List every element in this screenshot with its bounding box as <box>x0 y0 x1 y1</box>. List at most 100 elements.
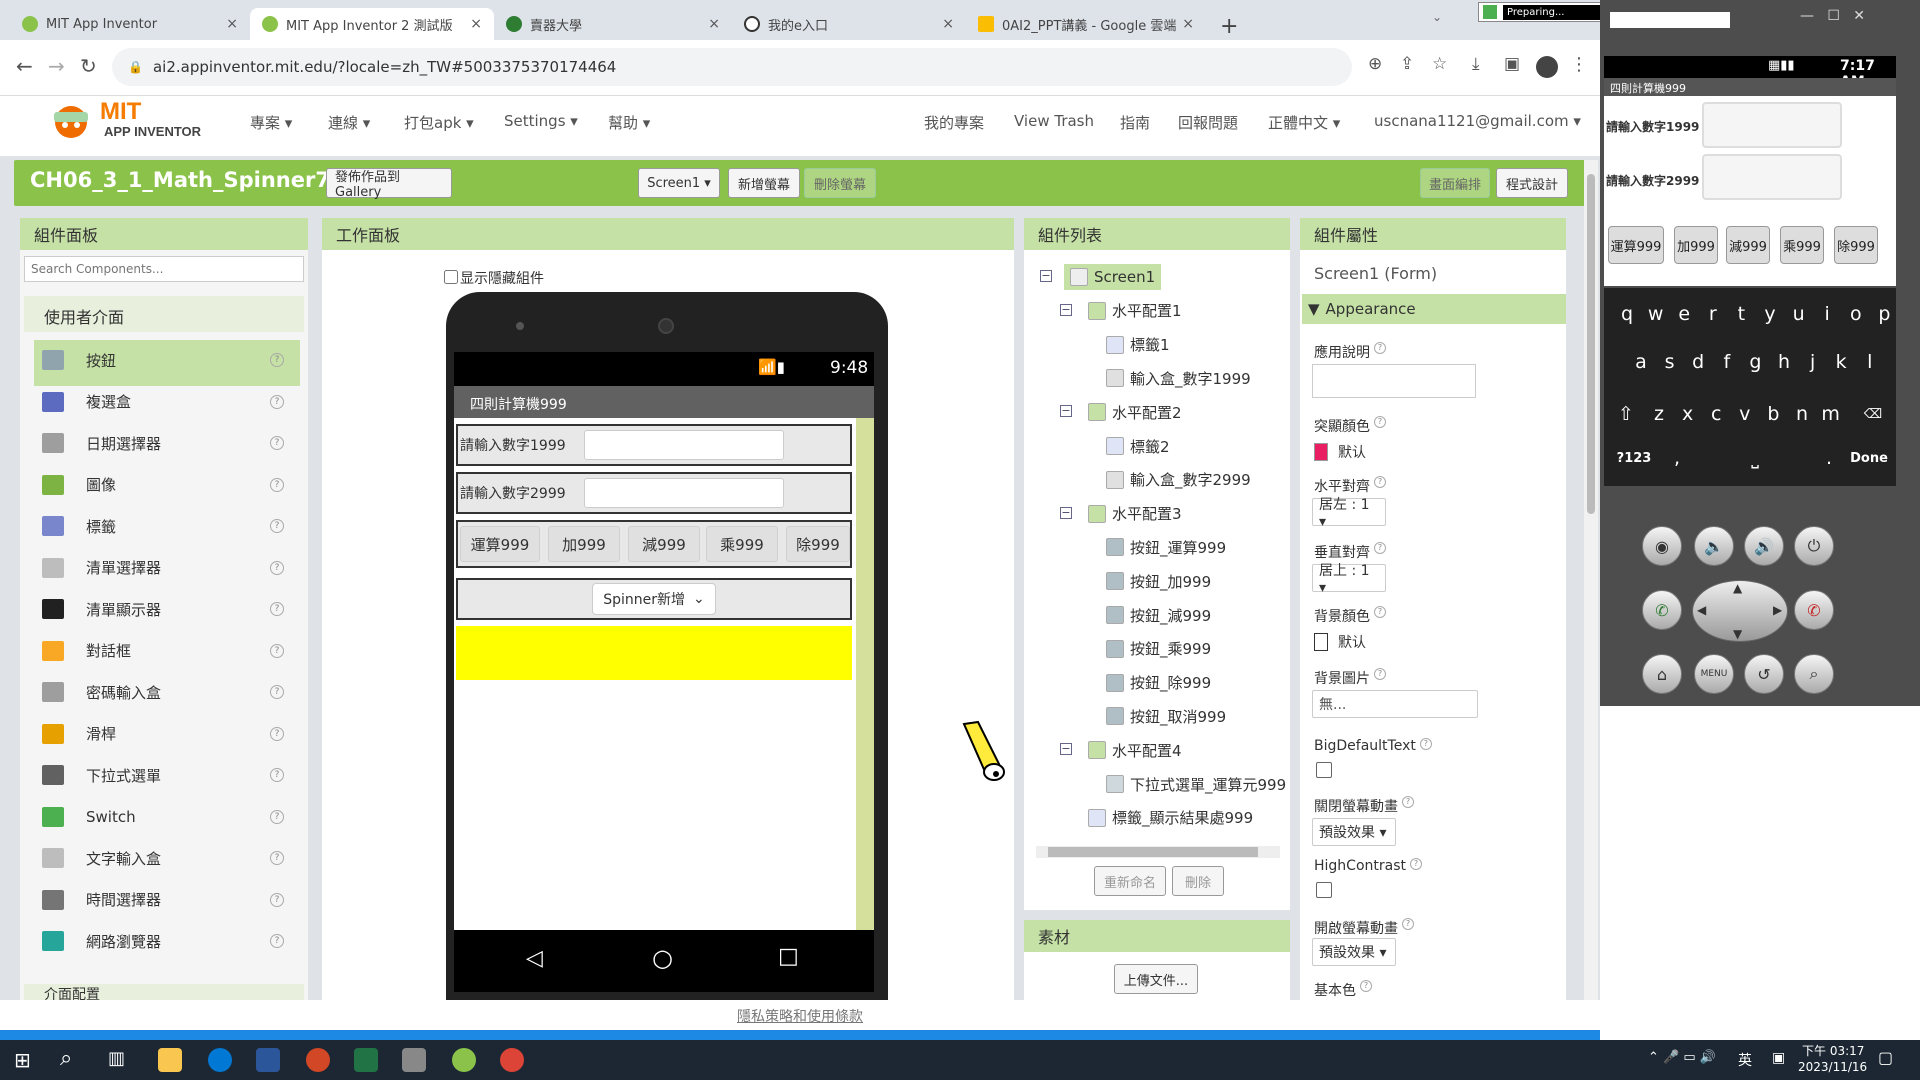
close-anim-select[interactable]: 預設效果 ▾ <box>1312 818 1396 846</box>
powerpoint-icon[interactable] <box>306 1048 330 1072</box>
help-icon[interactable]: ? <box>270 685 284 699</box>
help-icon[interactable]: ? <box>270 477 284 492</box>
dpad-down-icon[interactable]: ▼ <box>1733 627 1742 641</box>
ime-indicator[interactable]: 英 <box>1738 1050 1752 1070</box>
close-tab-icon[interactable]: × <box>1182 16 1194 32</box>
palette-item[interactable]: 密碼輸入盒? <box>34 672 298 712</box>
bigdefaulttext-checkbox[interactable] <box>1316 762 1332 778</box>
emulator-button-subtract[interactable]: 減999 <box>1726 226 1770 264</box>
tree-item[interactable]: 按鈕_取消999 <box>1106 703 1226 729</box>
emulator-textbox-1[interactable] <box>1702 102 1842 148</box>
bgimage-picker[interactable]: 無... <box>1312 690 1478 718</box>
designer-button[interactable]: 畫面編排 <box>1420 168 1490 198</box>
emulator-button-calculate[interactable]: 運算999 <box>1608 226 1664 264</box>
valign-select[interactable]: 居上 : 1 ▾ <box>1312 563 1386 596</box>
privacy-link[interactable]: 隱私策略和使用條款 <box>737 1009 863 1025</box>
language-menu[interactable]: 正體中文 ▾ <box>1268 112 1340 133</box>
emulator-textbox-2[interactable] <box>1702 154 1842 200</box>
help-icon[interactable]: ? <box>270 394 284 409</box>
help-icon[interactable]: ? <box>270 726 284 741</box>
notification-icon[interactable]: ▢ <box>1878 1048 1893 1067</box>
collapse-toggle-icon[interactable]: − <box>1060 405 1072 418</box>
bgcolor-picker[interactable]: 默认 <box>1314 632 1366 652</box>
key-period[interactable]: . <box>1816 440 1842 476</box>
tree-item[interactable]: 按鈕_減999 <box>1106 602 1211 628</box>
page-scrollbar[interactable] <box>1584 160 1598 1000</box>
palette-item[interactable]: 對話框? <box>34 631 298 671</box>
key-space[interactable]: ⎵ <box>1700 440 1810 476</box>
keyboard-key[interactable]: v <box>1732 396 1758 432</box>
palette-item[interactable]: 網路瀏覽器? <box>34 921 298 961</box>
palette-item[interactable]: 複選盒? <box>34 382 298 422</box>
component-search-input[interactable] <box>24 256 304 282</box>
key-done[interactable]: Done <box>1846 440 1892 476</box>
word-icon[interactable] <box>256 1048 280 1072</box>
browser-tab-active[interactable]: MIT App Inventor 2 測試版 × <box>250 8 494 40</box>
keyboard-key[interactable]: w <box>1643 296 1669 332</box>
edge-icon[interactable] <box>208 1048 232 1072</box>
keyboard-key[interactable]: p <box>1871 296 1897 332</box>
download-icon[interactable]: ⤓ <box>1472 54 1480 74</box>
tree-item[interactable]: 水平配置1 <box>1088 298 1182 324</box>
keyboard-key[interactable]: o <box>1843 296 1869 332</box>
keyboard-key[interactable]: r <box>1700 296 1726 332</box>
dpad-left-icon[interactable]: ◀ <box>1697 603 1706 617</box>
keyboard-key[interactable]: e <box>1671 296 1697 332</box>
close-tab-icon[interactable]: × <box>708 16 720 32</box>
help-icon[interactable]: ? <box>1410 858 1422 870</box>
menu-build[interactable]: 打包apk ▾ <box>404 112 474 133</box>
help-icon[interactable]: ? <box>270 768 284 782</box>
call-icon[interactable]: ✆ <box>1642 590 1682 630</box>
palette-category-layout[interactable]: 介面配置 <box>24 984 304 1000</box>
power-icon[interactable]: ⏻ <box>1794 526 1834 566</box>
help-icon[interactable]: ? <box>1402 796 1414 808</box>
key-delete-icon[interactable]: ⌫ <box>1858 396 1888 432</box>
report-issue-link[interactable]: 回報問題 <box>1178 112 1238 133</box>
tree-item[interactable]: 按鈕_運算999 <box>1106 534 1226 560</box>
keyboard-key[interactable]: c <box>1703 396 1729 432</box>
help-icon[interactable]: ? <box>270 436 284 450</box>
appearance-section[interactable]: ▼ Appearance <box>1302 294 1566 324</box>
palette-item[interactable]: Switch? <box>34 797 298 837</box>
keyboard-key[interactable]: n <box>1789 396 1815 432</box>
blocks-button[interactable]: 程式設計 <box>1496 168 1568 198</box>
keyboard-key[interactable]: q <box>1614 296 1640 332</box>
profile-avatar[interactable] <box>1536 56 1558 78</box>
windows-start-icon[interactable]: ⊞ <box>14 1048 31 1072</box>
screen-select[interactable]: Screen1 ▾ <box>638 168 720 198</box>
browser-tab[interactable]: 賣器大學 × <box>494 8 732 40</box>
close-tab-icon[interactable]: × <box>942 16 954 32</box>
keyboard-key[interactable]: i <box>1814 296 1840 332</box>
task-view-icon[interactable]: ▥ <box>108 1048 125 1069</box>
guide-link[interactable]: 指南 <box>1120 112 1150 133</box>
my-projects-link[interactable]: 我的專案 <box>924 112 984 133</box>
menu-project[interactable]: 專案 ▾ <box>250 112 292 133</box>
help-icon[interactable]: ? <box>270 934 284 948</box>
end-call-icon[interactable]: ✆ <box>1794 590 1834 630</box>
tree-item[interactable]: 水平配置2 <box>1088 399 1182 425</box>
help-icon[interactable]: ? <box>270 353 284 367</box>
help-icon[interactable]: ? <box>1374 476 1386 488</box>
help-icon[interactable]: ? <box>1374 416 1386 428</box>
share-icon[interactable]: ⇪ <box>1400 54 1414 74</box>
button-add[interactable]: 加999 <box>548 526 620 562</box>
keyboard-key[interactable]: y <box>1757 296 1783 332</box>
home-icon[interactable]: ⌂ <box>1642 654 1682 694</box>
tree-item[interactable]: 按鈕_加999 <box>1106 568 1211 594</box>
back-icon[interactable]: ← <box>16 54 33 78</box>
tree-scroll-thumb[interactable] <box>1048 847 1258 857</box>
address-bar[interactable]: 🔒 ai2.appinventor.mit.edu/?locale=zh_TW#… <box>112 48 1352 86</box>
search-icon[interactable]: ⌕ <box>1794 654 1834 694</box>
button-multiply[interactable]: 乘999 <box>706 526 778 562</box>
key-123[interactable]: ?123 <box>1612 440 1656 476</box>
keyboard-key[interactable]: x <box>1675 396 1701 432</box>
menu-settings[interactable]: Settings ▾ <box>504 112 578 130</box>
tree-item[interactable]: 標籤1 <box>1106 332 1170 358</box>
emulator-button-multiply[interactable]: 乘999 <box>1780 226 1824 264</box>
dpad-right-icon[interactable]: ▶ <box>1773 603 1782 617</box>
sidepanel-icon[interactable]: ▣ <box>1504 54 1520 74</box>
nav-home-icon[interactable]: ○ <box>652 944 673 972</box>
browser-tab[interactable]: 0AI2_PPT講義 - Google 雲端硬 × <box>966 8 1206 40</box>
open-anim-select[interactable]: 預設效果 ▾ <box>1312 938 1396 966</box>
button-calculate[interactable]: 運算999 <box>460 526 540 562</box>
